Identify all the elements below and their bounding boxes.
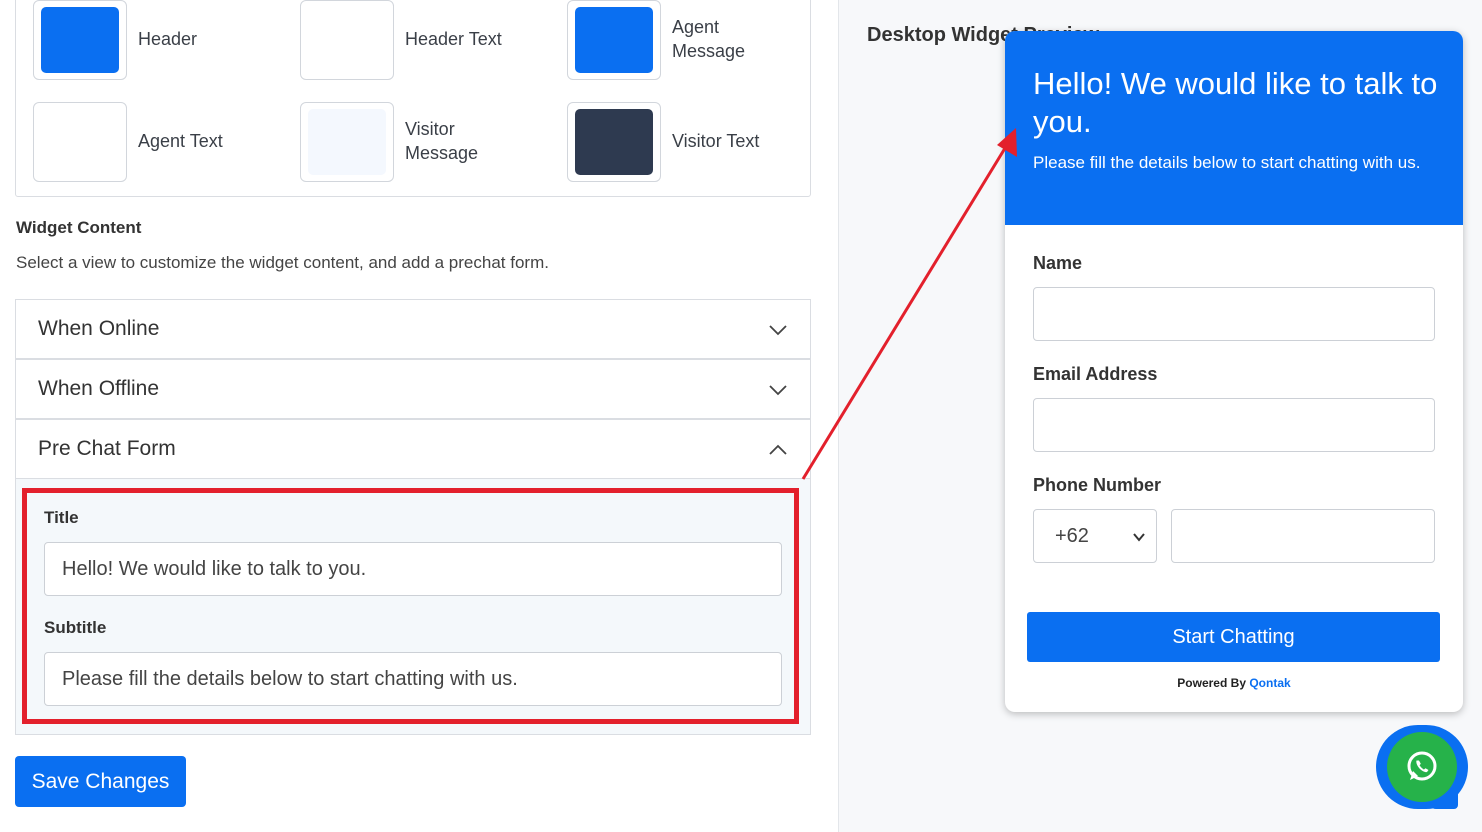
phone-label: Phone Number [1033, 475, 1162, 495]
subtitle-field-label: Subtitle [44, 618, 107, 637]
swatch-fill [41, 109, 119, 175]
whatsapp-icon [1387, 732, 1457, 802]
swatch-label-agent-text: Agent Text [138, 131, 223, 151]
title-input[interactable]: Hello! We would like to talk to you. [44, 542, 782, 596]
widget-title: Hello! We would like to talk to you. [1033, 66, 1438, 139]
swatch-fill [308, 7, 386, 73]
widget-content-title: Widget Content [16, 218, 142, 237]
accordion-pre-chat-form[interactable]: Pre Chat Form [15, 419, 811, 479]
visitor-message-color-swatch[interactable] [300, 102, 394, 182]
email-input[interactable] [1033, 398, 1435, 452]
chevron-down-icon [769, 325, 787, 336]
subtitle-input[interactable]: Please fill the details below to start c… [44, 652, 782, 706]
phone-input[interactable] [1171, 509, 1435, 563]
chat-widget-preview: Hello! We would like to talk to you. Ple… [1005, 31, 1463, 712]
swatch-fill [575, 109, 653, 175]
color-settings-box: Header Header Text Agent Message Agent T… [15, 0, 811, 197]
country-code-value: +62 [1055, 524, 1089, 547]
email-label: Email Address [1033, 364, 1158, 384]
header-text-color-swatch[interactable] [300, 0, 394, 80]
accordion-label: Pre Chat Form [38, 437, 176, 460]
country-code-select[interactable]: +62 [1033, 509, 1157, 563]
save-changes-button[interactable]: Save Changes [15, 756, 186, 807]
accordion-label: When Offline [38, 377, 160, 400]
title-field-label: Title [44, 508, 79, 527]
brand-name: Qontak [1249, 676, 1291, 690]
preview-panel: Desktop Widget Preview Hello! We would l… [838, 0, 1482, 832]
accordion-label: When Online [38, 317, 160, 340]
powered-by: Powered By Qontak [1005, 676, 1463, 690]
name-label: Name [1033, 253, 1083, 273]
visitor-text-color-swatch[interactable] [567, 102, 661, 182]
accordion-when-online[interactable]: When Online [15, 299, 811, 359]
swatch-label-header-text: Header Text [405, 29, 502, 49]
powered-by-text: Powered By [1177, 676, 1246, 690]
accordion-when-offline[interactable]: When Offline [15, 359, 811, 419]
name-input[interactable] [1033, 287, 1435, 341]
swatch-label-visitor-text: Visitor Text [672, 131, 760, 151]
settings-panel: Header Header Text Agent Message Agent T… [0, 0, 838, 832]
agent-message-color-swatch[interactable] [567, 0, 661, 80]
chevron-down-icon [769, 385, 787, 396]
widget-content-description: Select a view to customize the widget co… [16, 253, 549, 272]
start-chatting-button[interactable]: Start Chatting [1027, 612, 1440, 662]
swatch-label-header: Header [138, 29, 198, 49]
swatch-fill [41, 7, 119, 73]
whatsapp-launcher[interactable] [1376, 725, 1478, 810]
swatch-fill [575, 7, 653, 73]
chevron-up-icon [769, 444, 787, 455]
swatch-label-agent-message: Agent Message [672, 17, 746, 61]
widget-subtitle: Please fill the details below to start c… [1033, 153, 1421, 172]
header-color-swatch[interactable] [33, 0, 127, 80]
swatch-label-visitor-message: Visitor Message [405, 119, 479, 163]
agent-text-color-swatch[interactable] [33, 102, 127, 182]
swatch-fill [308, 109, 386, 175]
chevron-down-icon [1133, 533, 1145, 542]
widget-header: Hello! We would like to talk to you. Ple… [1005, 31, 1463, 225]
